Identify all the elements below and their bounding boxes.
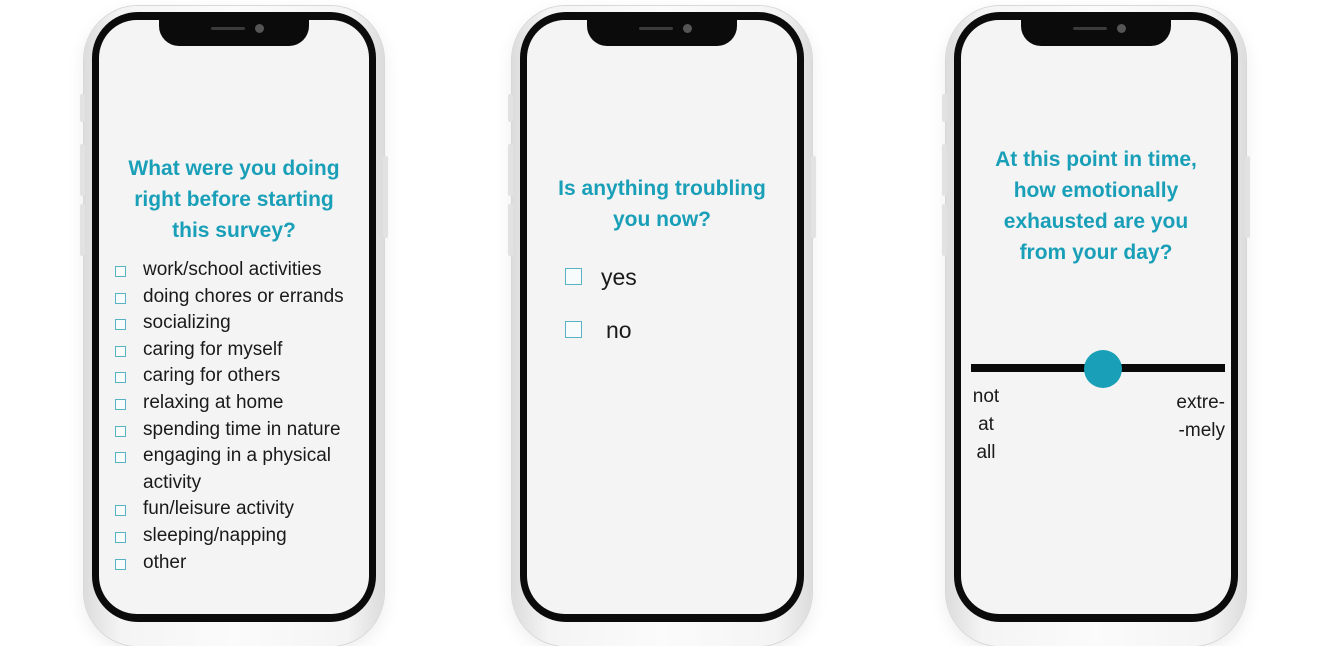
phone-1-notch <box>159 20 309 46</box>
option-socializing[interactable]: socializing <box>113 310 344 337</box>
checkbox[interactable] <box>115 345 126 357</box>
question-line: At this point in time, <box>995 148 1197 171</box>
question-line: from your day? <box>1019 241 1173 264</box>
phone-1-volume-up-button <box>80 144 85 196</box>
option-relaxing[interactable]: relaxing at home <box>113 390 344 417</box>
phone-3-volume-up-button <box>942 144 947 196</box>
activity-checklist: work/school activities doing chores or e… <box>113 257 344 576</box>
question-activity: What were you doing right before startin… <box>99 153 369 246</box>
option-nature[interactable]: spending time in nature <box>113 417 344 444</box>
checkbox[interactable] <box>115 452 126 464</box>
phone-2-screen: Is anything troubling you now? yes no <box>527 20 797 614</box>
option-work-school[interactable]: work/school activities <box>113 257 344 284</box>
phone-2-mute-switch <box>508 94 513 122</box>
question-line: this survey? <box>172 219 296 242</box>
option-chores[interactable]: doing chores or errands <box>113 284 344 311</box>
phone-3-screen: At this point in time, how emotionally e… <box>961 20 1231 614</box>
checkbox[interactable] <box>115 425 126 437</box>
option-sleeping[interactable]: sleeping/napping <box>113 523 344 550</box>
camera-icon <box>1117 24 1126 33</box>
slider-low-label-line: not <box>972 386 1000 407</box>
option-label: fun/leisure activity <box>143 498 295 520</box>
option-label: spending time in nature <box>143 418 341 440</box>
slider-low-label-line: at <box>978 414 994 435</box>
phone-3: At this point in time, how emotionally e… <box>942 6 1250 646</box>
slider-low-label: not at all <box>967 383 1005 467</box>
checkbox[interactable] <box>115 531 126 543</box>
phone-3-power-button <box>1245 156 1250 238</box>
phone-1-volume-down-button <box>80 204 85 256</box>
option-label: work/school activities <box>143 259 322 280</box>
phone-1-bezel: What were you doing right before startin… <box>92 12 376 622</box>
option-label: caring for others <box>143 365 281 387</box>
question-line: how emotionally <box>1013 179 1179 202</box>
checkbox[interactable] <box>565 321 582 338</box>
slider-low-label-line: all <box>976 442 996 463</box>
option-label: engaging in a physical <box>143 445 332 467</box>
slider-high-label-line: -mely <box>1178 420 1225 441</box>
phone-2-notch <box>587 20 737 46</box>
option-other[interactable]: other <box>113 550 344 577</box>
option-label: yes <box>601 264 637 290</box>
checkbox[interactable] <box>115 558 126 570</box>
phone-3-volume-down-button <box>942 204 947 256</box>
option-label: socializing <box>143 312 231 334</box>
phone-2-volume-down-button <box>508 204 513 256</box>
exhaustion-slider-thumb[interactable] <box>1084 350 1123 388</box>
phone-3-bezel: At this point in time, how emotionally e… <box>954 12 1238 622</box>
option-label: caring for myself <box>143 338 283 360</box>
camera-icon <box>683 24 692 33</box>
option-label: other <box>143 551 187 573</box>
speaker-grille <box>211 27 245 30</box>
phone-1-mute-switch <box>80 94 85 122</box>
question-exhaustion: At this point in time, how emotionally e… <box>961 144 1231 268</box>
slider-high-label-line: extre- <box>1176 392 1225 413</box>
option-caring-myself[interactable]: caring for myself <box>113 337 344 364</box>
question-line: right before starting <box>134 188 334 211</box>
question-line: exhausted are you <box>1003 210 1189 233</box>
phone-1-screen: What were you doing right before startin… <box>99 20 369 614</box>
checkbox[interactable] <box>115 398 126 410</box>
option-label-continued: activity <box>143 471 202 493</box>
checkbox[interactable] <box>115 292 126 304</box>
phone-3-mute-switch <box>942 94 947 122</box>
phone-1-power-button <box>383 156 388 238</box>
option-physical-activity[interactable]: engaging in a physical activity <box>113 443 344 496</box>
checkbox[interactable] <box>115 319 126 331</box>
option-label: doing chores or errands <box>143 285 344 307</box>
phone-1: What were you doing right before startin… <box>80 6 388 646</box>
option-label: relaxing at home <box>143 391 284 413</box>
camera-icon <box>255 24 264 33</box>
option-label: no <box>606 317 632 343</box>
option-caring-others[interactable]: caring for others <box>113 363 344 390</box>
speaker-grille <box>639 27 673 30</box>
checkbox[interactable] <box>565 268 582 285</box>
slider-high-label: extre- -mely <box>1176 389 1225 445</box>
option-label: sleeping/napping <box>143 524 287 546</box>
checkbox[interactable] <box>115 266 126 277</box>
phone-2-volume-up-button <box>508 144 513 196</box>
speaker-grille <box>1073 27 1107 30</box>
phone-3-notch <box>1021 20 1171 46</box>
phone-2: Is anything troubling you now? yes no <box>508 6 816 646</box>
question-line: What were you doing <box>128 157 340 180</box>
question-line: Is anything troubling <box>558 177 766 200</box>
checkbox[interactable] <box>115 505 126 517</box>
checkbox[interactable] <box>115 372 126 384</box>
question-line: you now? <box>613 208 711 231</box>
phone-2-bezel: Is anything troubling you now? yes no <box>520 12 804 622</box>
option-fun-leisure[interactable]: fun/leisure activity <box>113 496 344 523</box>
question-troubling: Is anything troubling you now? <box>527 173 797 235</box>
phone-2-power-button <box>811 156 816 238</box>
